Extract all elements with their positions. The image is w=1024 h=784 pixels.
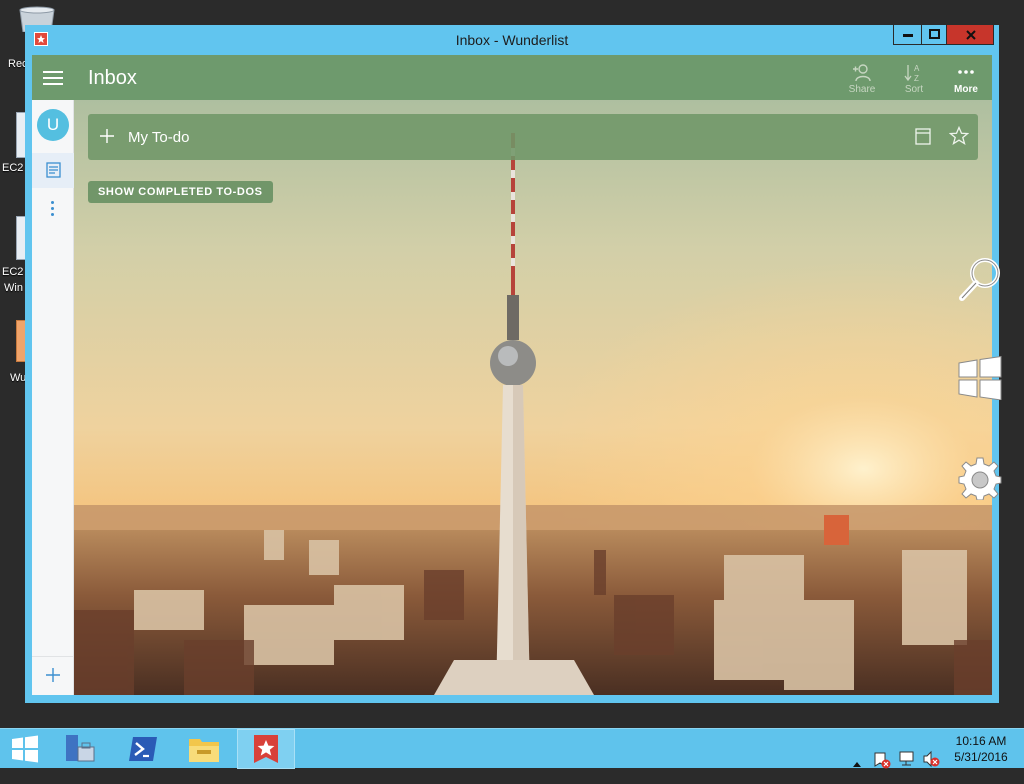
sidebar-divider [32,656,74,657]
more-label: More [954,84,978,95]
network-icon[interactable] [898,739,916,779]
calendar-icon[interactable] [915,128,931,145]
svg-text:A: A [914,64,920,73]
taskbar-powershell[interactable] [116,729,174,769]
minimize-icon [903,34,913,37]
list-header: Inbox Share A Z Sort More [32,55,992,100]
start-charm-icon[interactable] [958,356,1002,400]
taskbar-server-manager[interactable] [54,729,112,769]
clock-time: 10:16 AM [955,734,1007,748]
desktop-icon-label: Wu [10,372,27,384]
start-icon [12,735,38,763]
svg-text:Z: Z [914,74,919,83]
title-bar[interactable]: Inbox - Wunderlist [25,25,999,55]
more-button[interactable]: More [944,61,988,97]
plus-icon[interactable] [99,128,115,144]
plus-icon[interactable] [44,666,62,684]
server-manager-icon [66,735,95,762]
star-icon[interactable] [949,126,969,146]
close-button[interactable] [946,25,994,45]
share-button[interactable]: Share [840,61,884,97]
window-title: Inbox - Wunderlist [455,32,569,48]
list-title: Inbox [88,67,137,89]
volume-muted-icon[interactable] [922,739,940,779]
inbox-icon [46,162,61,178]
taskbar-wunderlist[interactable] [237,729,295,769]
sort-button[interactable]: A Z Sort [892,61,936,97]
sidebar-item-inbox[interactable] [32,153,74,188]
avatar[interactable]: U [37,109,69,141]
sort-az-icon: A Z [904,64,920,83]
add-todo-input[interactable]: My To-do [128,129,189,146]
minimize-button[interactable] [893,25,922,45]
sidebar: U [32,100,74,695]
start-button[interactable] [0,729,50,769]
sort-label: Sort [904,84,924,95]
maximize-icon [929,29,940,39]
app-window: Inbox - Wunderlist Inbox Share A Z Sort … [25,25,999,703]
clock-date: 5/31/2016 [954,750,1008,764]
taskbar-file-explorer[interactable] [176,729,234,769]
app-client-area: Inbox Share A Z Sort More U My To-do SHO… [32,55,992,695]
desktop-icon-label: EC2 [2,162,24,174]
wunderlist-icon [254,735,278,763]
show-completed-button[interactable]: SHOW COMPLETED TO-DOS [88,181,273,203]
desktop-icon-label: Win [4,282,23,294]
desktop-icon-label: EC2 [2,266,24,278]
add-person-icon [853,64,871,82]
share-label: Share [848,84,876,95]
show-hidden-icon[interactable] [852,744,862,784]
hamburger-icon[interactable] [43,71,63,85]
system-clock[interactable]: 10:16 AM 5/31/2016 [946,733,1016,765]
maximize-button[interactable] [921,25,947,45]
file-explorer-icon [189,739,219,762]
action-center-icon[interactable] [873,740,891,780]
more-dots-icon [958,70,974,74]
close-icon [966,30,976,40]
powershell-icon [129,737,157,761]
settings-charm-icon[interactable] [958,456,1002,500]
taskbar: 10:16 AM 5/31/2016 [0,728,1024,769]
add-todo-bar[interactable]: My To-do [88,114,978,160]
search-charm-icon[interactable] [958,256,1002,302]
more-vertical-icon[interactable] [51,201,55,217]
